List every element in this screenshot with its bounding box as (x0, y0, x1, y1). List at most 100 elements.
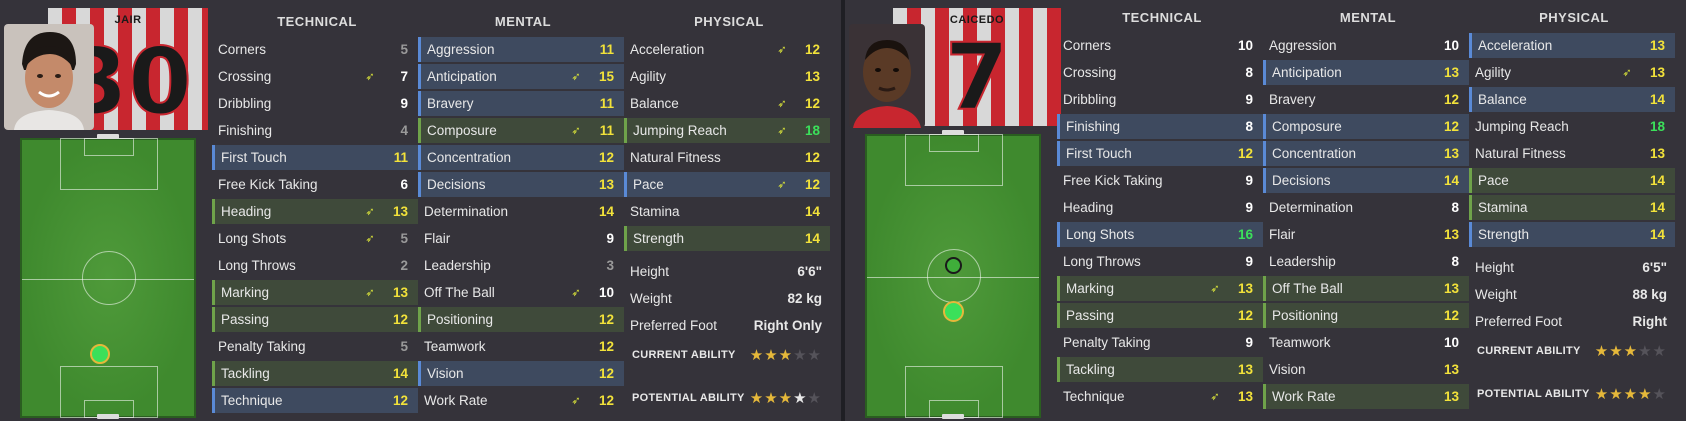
attribute-row-penalty-taking[interactable]: Penalty Taking 5 (212, 334, 418, 359)
attribute-row-work-rate[interactable]: Work Rate ➶ 12 (418, 388, 624, 413)
attribute-row-crossing[interactable]: Crossing 8 (1057, 60, 1263, 85)
attribute-value: 14 (804, 204, 820, 219)
attribute-row-bravery[interactable]: Bravery 12 (1263, 87, 1469, 112)
attribute-row-agility[interactable]: Agility ➶ 13 (1469, 60, 1675, 85)
attribute-value: 14 (598, 204, 614, 219)
attribute-row-natural-fitness[interactable]: Natural Fitness 12 (624, 145, 830, 170)
attribute-row-technique[interactable]: Technique ➶ 13 (1057, 384, 1263, 409)
attribute-row-jumping-reach[interactable]: Jumping Reach ➶ 18 (624, 118, 830, 143)
player-photo[interactable] (849, 24, 925, 128)
attribute-row-marking[interactable]: Marking ➶ 13 (212, 280, 418, 305)
attribute-row-teamwork[interactable]: Teamwork 12 (418, 334, 624, 359)
current-ability-stars-icon: ★★★★★ (749, 345, 822, 364)
attribute-label: Free Kick Taking (218, 177, 318, 192)
attribute-row-vision[interactable]: Vision 12 (418, 361, 624, 386)
attribute-row-corners[interactable]: Corners 5 (212, 37, 418, 62)
info-label: Preferred Foot (1475, 314, 1563, 329)
attribute-label: Balance (630, 96, 679, 111)
attribute-row-penalty-taking[interactable]: Penalty Taking 9 (1057, 330, 1263, 355)
player-photo[interactable] (4, 24, 94, 130)
trend-arrow-icon: ➶ (1210, 391, 1220, 403)
attribute-row-leadership[interactable]: Leadership 8 (1263, 249, 1469, 274)
attribute-row-pace[interactable]: Pace 14 (1469, 168, 1675, 193)
attribute-row-decisions[interactable]: Decisions 14 (1263, 168, 1469, 193)
info-value: 82 kg (787, 291, 822, 306)
attribute-label: Decisions (1272, 173, 1331, 188)
attribute-row-long-shots[interactable]: Long Shots ➶ 5 (212, 226, 418, 251)
attribute-row-off-the-ball[interactable]: Off The Ball 13 (1263, 276, 1469, 301)
attribute-row-flair[interactable]: Flair 13 (1263, 222, 1469, 247)
attribute-row-first-touch[interactable]: First Touch 12 (1057, 141, 1263, 166)
physical-header: PHYSICAL (694, 14, 764, 29)
attribute-label: Technique (221, 393, 283, 408)
attribute-row-decisions[interactable]: Decisions 13 (418, 172, 624, 197)
attribute-row-determination[interactable]: Determination 14 (418, 199, 624, 224)
attribute-row-bravery[interactable]: Bravery 11 (418, 91, 624, 116)
potential-ability-stars-icon: ★★★★★ (749, 388, 822, 407)
attribute-row-off-the-ball[interactable]: Off The Ball ➶ 10 (418, 280, 624, 305)
attribute-row-tackling[interactable]: Tackling 14 (212, 361, 418, 386)
position-marker (90, 344, 110, 364)
attribute-row-concentration[interactable]: Concentration 12 (418, 145, 624, 170)
attribute-row-passing[interactable]: Passing 12 (1057, 303, 1263, 328)
attribute-row-composure[interactable]: Composure 12 (1263, 114, 1469, 139)
attribute-row-stamina[interactable]: Stamina 14 (624, 199, 830, 224)
attribute-row-determination[interactable]: Determination 8 (1263, 195, 1469, 220)
attribute-row-balance[interactable]: Balance ➶ 12 (624, 91, 830, 116)
attribute-row-first-touch[interactable]: First Touch 11 (212, 145, 418, 170)
attribute-label: Aggression (1269, 38, 1337, 53)
attribute-row-long-shots[interactable]: Long Shots 16 (1057, 222, 1263, 247)
attribute-row-tackling[interactable]: Tackling 13 (1057, 357, 1263, 382)
attribute-row-aggression[interactable]: Aggression 10 (1263, 33, 1469, 58)
attribute-row-acceleration[interactable]: Acceleration ➶ 12 (624, 37, 830, 62)
attribute-row-composure[interactable]: Composure ➶ 11 (418, 118, 624, 143)
attribute-row-anticipation[interactable]: Anticipation 13 (1263, 60, 1469, 85)
attribute-row-anticipation[interactable]: Anticipation ➶ 15 (418, 64, 624, 89)
attribute-row-corners[interactable]: Corners 10 (1057, 33, 1263, 58)
attribute-row-dribbling[interactable]: Dribbling 9 (1057, 87, 1263, 112)
attribute-row-positioning[interactable]: Positioning 12 (1263, 303, 1469, 328)
attribute-row-marking[interactable]: Marking ➶ 13 (1057, 276, 1263, 301)
attribute-row-agility[interactable]: Agility 13 (624, 64, 830, 89)
trend-arrow-icon: ➶ (365, 71, 375, 83)
goal (942, 414, 964, 419)
attribute-row-technique[interactable]: Technique 12 (212, 388, 418, 413)
attribute-row-pace[interactable]: Pace ➶ 12 (624, 172, 830, 197)
attribute-row-free-kick-taking[interactable]: Free Kick Taking 9 (1057, 168, 1263, 193)
attribute-label: Concentration (427, 150, 512, 165)
trend-arrow-icon: ➶ (571, 395, 581, 407)
attribute-row-acceleration[interactable]: Acceleration 13 (1469, 33, 1675, 58)
attribute-value: 13 (392, 285, 408, 300)
attribute-row-strength[interactable]: Strength 14 (1469, 222, 1675, 247)
attribute-row-flair[interactable]: Flair 9 (418, 226, 624, 251)
attribute-label: Positioning (1272, 308, 1339, 323)
attribute-row-work-rate[interactable]: Work Rate 13 (1263, 384, 1469, 409)
attribute-row-finishing[interactable]: Finishing 4 (212, 118, 418, 143)
attribute-row-aggression[interactable]: Aggression 11 (418, 37, 624, 62)
attribute-row-vision[interactable]: Vision 13 (1263, 357, 1469, 382)
attribute-row-dribbling[interactable]: Dribbling 9 (212, 91, 418, 116)
potential-ability-label: POTENTIAL ABILITY (632, 391, 745, 404)
attribute-row-jumping-reach[interactable]: Jumping Reach 18 (1469, 114, 1675, 139)
attribute-row-long-throws[interactable]: Long Throws 2 (212, 253, 418, 278)
attribute-row-natural-fitness[interactable]: Natural Fitness 13 (1469, 141, 1675, 166)
player-panel-2: CAICEDO 7 TECHNICAL MENTAL PHYSICAL Corn… (845, 0, 1686, 421)
attribute-value: 10 (1443, 38, 1459, 53)
attribute-row-passing[interactable]: Passing 12 (212, 307, 418, 332)
attribute-row-balance[interactable]: Balance 14 (1469, 87, 1675, 112)
attribute-value: 11 (599, 123, 614, 138)
attribute-row-free-kick-taking[interactable]: Free Kick Taking 6 (212, 172, 418, 197)
trend-arrow-icon: ➶ (777, 98, 787, 110)
attribute-row-leadership[interactable]: Leadership 3 (418, 253, 624, 278)
attribute-label: Long Throws (218, 258, 296, 273)
attribute-row-strength[interactable]: Strength 14 (624, 226, 830, 251)
attribute-row-long-throws[interactable]: Long Throws 9 (1057, 249, 1263, 274)
attribute-row-crossing[interactable]: Crossing ➶ 7 (212, 64, 418, 89)
attribute-row-stamina[interactable]: Stamina 14 (1469, 195, 1675, 220)
attribute-row-teamwork[interactable]: Teamwork 10 (1263, 330, 1469, 355)
attribute-row-finishing[interactable]: Finishing 8 (1057, 114, 1263, 139)
attribute-row-heading[interactable]: Heading ➶ 13 (212, 199, 418, 224)
attribute-row-positioning[interactable]: Positioning 12 (418, 307, 624, 332)
attribute-row-concentration[interactable]: Concentration 13 (1263, 141, 1469, 166)
attribute-row-heading[interactable]: Heading 9 (1057, 195, 1263, 220)
